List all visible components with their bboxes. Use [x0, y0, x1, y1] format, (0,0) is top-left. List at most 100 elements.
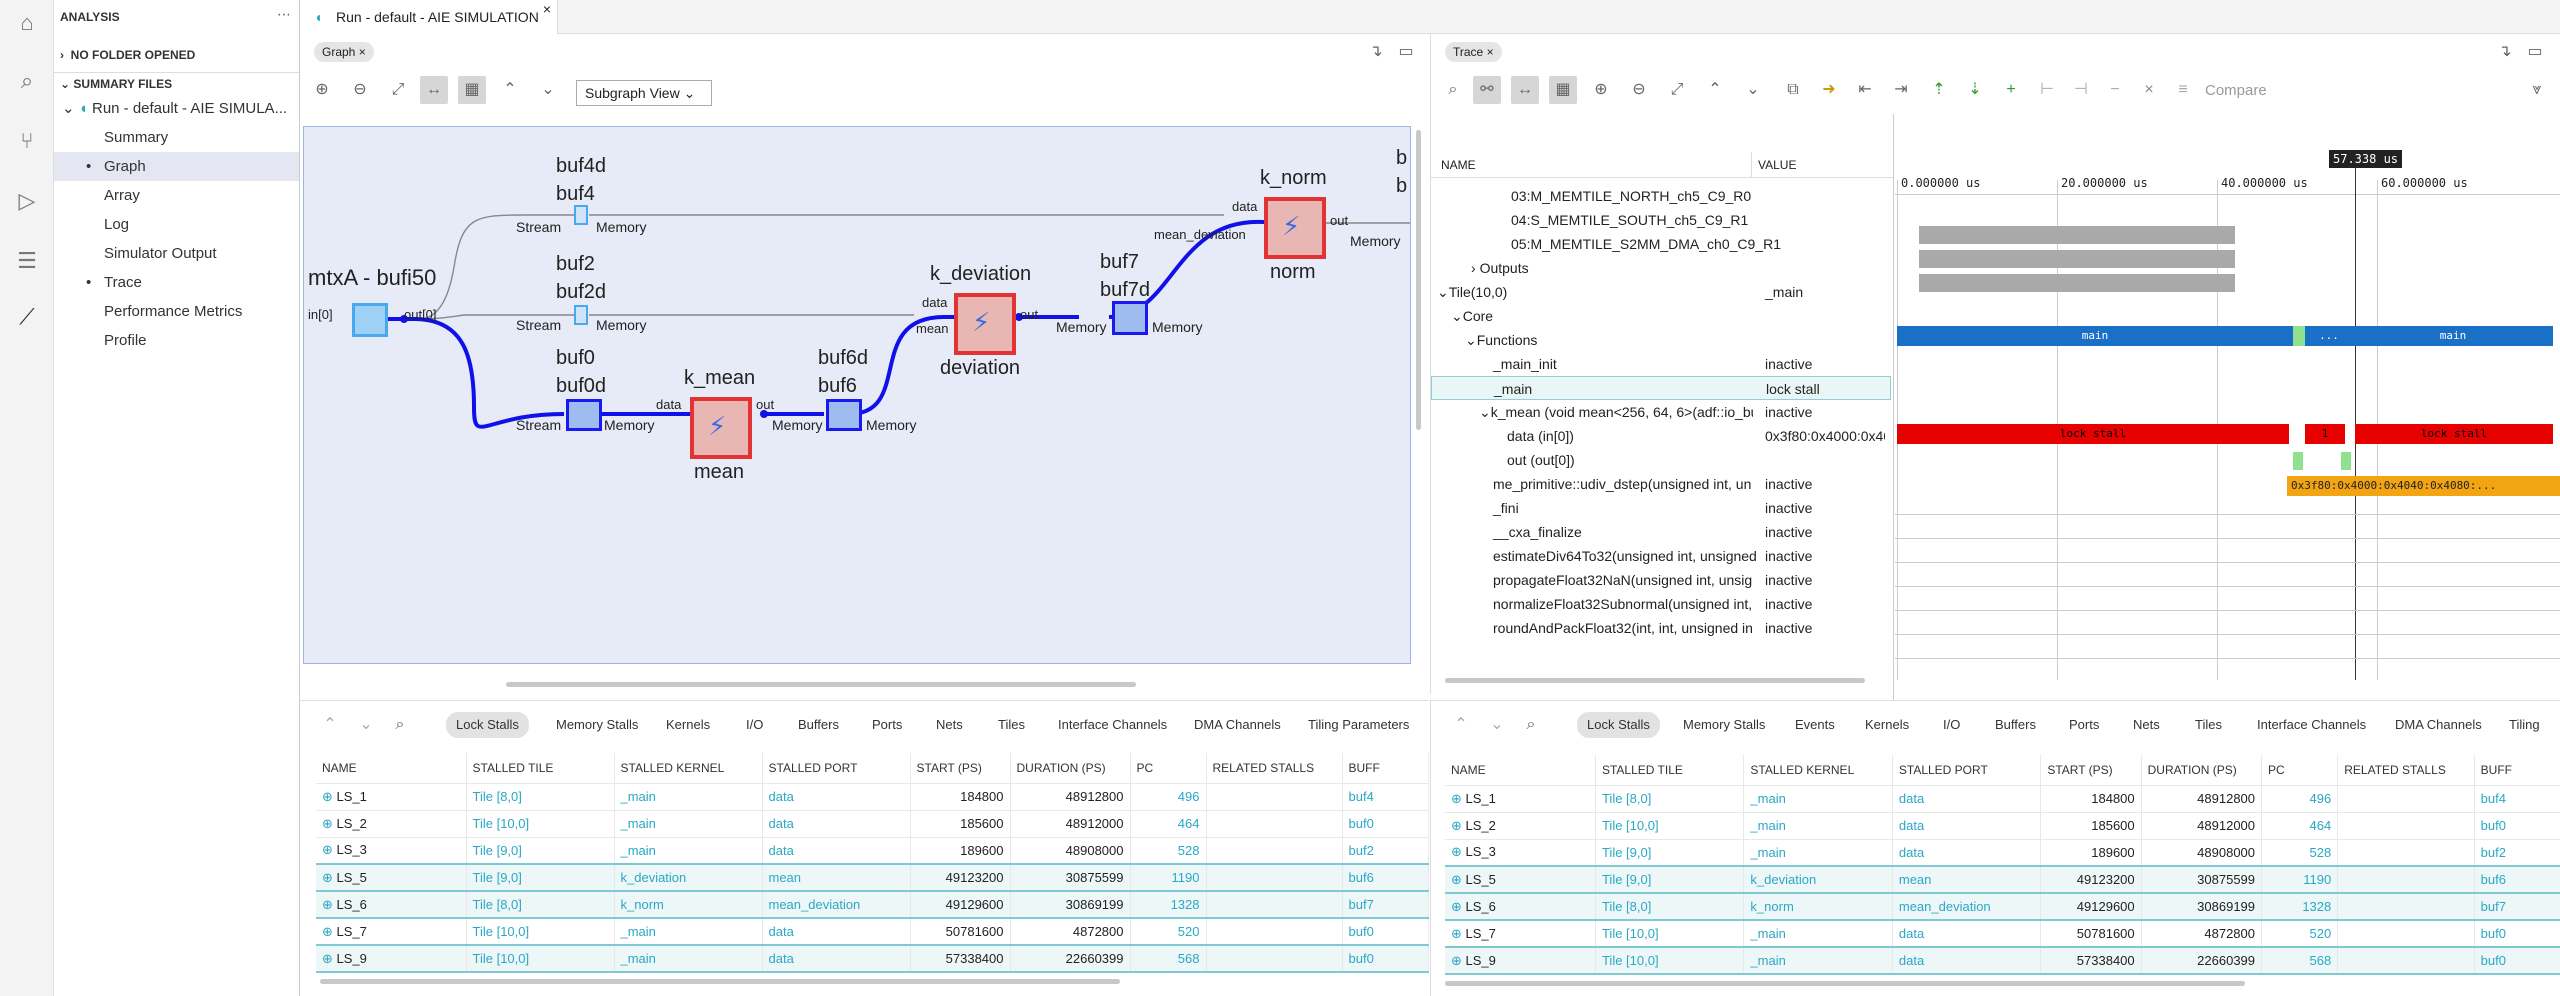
kernel-cell[interactable]: k_deviation — [1743, 865, 1893, 894]
column-header[interactable]: DURATION (PS) — [2141, 755, 2263, 786]
summary-files-section[interactable]: ⌄ SUMMARY FILES — [54, 72, 299, 94]
fit-icon[interactable]: ⤢ — [384, 76, 412, 104]
zoom-out-icon[interactable]: ⊖ — [346, 76, 374, 104]
trace-row[interactable]: 03:M_MEMTILE_NORTH_ch5_C9_R0 — [1431, 184, 1891, 208]
port-cell[interactable]: mean_deviation — [762, 890, 911, 919]
zoom-in-icon[interactable]: ⊕ — [308, 76, 336, 104]
kernel-cell[interactable]: _main — [614, 837, 763, 865]
tile-cell[interactable]: Tile [8,0] — [1595, 785, 1745, 813]
no-folder-section[interactable]: › NO FOLDER OPENED — [54, 44, 299, 66]
tab-lock-stalls[interactable]: Lock Stalls — [1577, 712, 1660, 738]
port-cell[interactable]: data — [1892, 839, 2042, 867]
expand-down-icon[interactable]: ⌄ — [534, 76, 562, 104]
port-cell[interactable]: data — [762, 918, 911, 946]
k-mean-kernel[interactable]: ⚡ — [690, 397, 752, 459]
tile-cell[interactable]: Tile [10,0] — [1595, 920, 1745, 948]
tab-tiles[interactable]: Tiles — [2195, 712, 2222, 738]
collapse-up-icon[interactable]: ⌃ — [316, 711, 344, 739]
tile-cell[interactable]: Tile [8,0] — [1595, 892, 1745, 921]
buf-cell[interactable]: buf2 — [2474, 839, 2560, 867]
pc-cell[interactable]: 520 — [1130, 918, 1207, 946]
tab-memory-stalls[interactable]: Memory Stalls — [1683, 712, 1765, 738]
sidebar-item-array[interactable]: Array — [54, 181, 299, 210]
next-marker-icon[interactable]: ⊣ — [2067, 76, 2095, 104]
fit-icon[interactable]: ⤢ — [1663, 76, 1691, 104]
kernel-cell[interactable]: k_norm — [1743, 892, 1893, 921]
buf0-node[interactable] — [566, 399, 602, 431]
tab-dma-channels[interactable]: DMA Channels — [2395, 712, 2482, 738]
table-row[interactable]: ⊕ LS_2 Tile [10,0] _main data 185600 48912000… — [1445, 812, 2560, 840]
trace-timeline[interactable]: 0.000000 us 20.000000 us 40.000000 us 60… — [1895, 114, 2560, 700]
buf6-node[interactable] — [826, 399, 862, 431]
trace-row[interactable]: normalizeFloat32Subnormal(unsigned int, i… — [1431, 592, 1891, 616]
expand-down-icon[interactable]: ⌄ — [1739, 76, 1767, 104]
column-header[interactable]: RELATED STALLS — [1206, 753, 1343, 784]
buf-cell[interactable]: buf6 — [1342, 863, 1429, 892]
pc-cell[interactable]: 464 — [2261, 812, 2339, 840]
expand-down-icon[interactable]: ⌄ — [1483, 711, 1511, 739]
tab-interface-channels[interactable]: Interface Channels — [2257, 712, 2366, 738]
column-header[interactable]: BUFF — [2474, 755, 2560, 786]
tab-memory-stalls[interactable]: Memory Stalls — [556, 712, 638, 738]
search-icon[interactable]: ⌕ — [386, 711, 414, 739]
tab-events[interactable]: Events — [1795, 712, 1835, 738]
mtxA-node[interactable] — [352, 303, 388, 337]
trace-tree-scrollbar[interactable] — [1445, 678, 1865, 683]
tab-tiling[interactable]: Tiling — [2509, 712, 2540, 738]
kernel-cell[interactable]: _main — [614, 918, 763, 946]
port-cell[interactable]: data — [762, 944, 911, 973]
analysis-chart-icon[interactable]: ⟋ — [12, 302, 42, 332]
trace-row[interactable]: data (in[0]) 0x3f80:0x4000:0x404 — [1431, 424, 1891, 448]
port-cell[interactable]: data — [1892, 946, 2042, 975]
compare-button[interactable]: Compare — [2205, 82, 2267, 99]
graph-chip[interactable]: Graph × — [314, 42, 374, 62]
tab-tiles[interactable]: Tiles — [998, 712, 1025, 738]
copy-icon[interactable]: ⧉ — [1779, 76, 1807, 104]
pc-cell[interactable]: 1190 — [1130, 863, 1207, 892]
pc-cell[interactable]: 496 — [1130, 783, 1207, 811]
trace-row-outputs[interactable]: › Outputs — [1431, 256, 1891, 280]
grid-icon[interactable]: ▦ — [1549, 76, 1577, 104]
home-icon[interactable]: ⌂ — [12, 8, 42, 38]
tab-lock-stalls[interactable]: Lock Stalls — [446, 712, 529, 738]
run-debug-icon[interactable]: ▷ — [12, 186, 42, 216]
table-scrollbar[interactable] — [1445, 981, 2245, 986]
column-header[interactable]: PC — [2261, 755, 2339, 786]
trace-row-tile[interactable]: ⌄Tile(10,0) _main — [1431, 280, 1891, 304]
column-header[interactable]: RELATED STALLS — [2337, 755, 2475, 786]
column-header[interactable]: STALLED TILE — [1595, 755, 1745, 786]
tab-kernels[interactable]: Kernels — [666, 712, 710, 738]
buf-cell[interactable]: buf7 — [2474, 892, 2560, 921]
upload-icon[interactable]: ⇡ — [1925, 76, 1953, 104]
buf-cell[interactable]: buf4 — [1342, 783, 1429, 811]
buf7-node[interactable] — [1112, 301, 1148, 335]
trace-chip[interactable]: Trace × — [1445, 42, 1502, 62]
kernel-cell[interactable]: _main — [614, 810, 763, 838]
pc-cell[interactable]: 496 — [2261, 785, 2339, 813]
column-header[interactable]: PC — [1130, 753, 1207, 784]
split-arrow-icon[interactable]: ↴ — [2491, 38, 2519, 66]
filter-icon[interactable]: ⩔ — [2523, 76, 2551, 104]
pc-cell[interactable]: 1190 — [2261, 865, 2339, 894]
tile-cell[interactable]: Tile [8,0] — [466, 783, 615, 811]
port-cell[interactable]: data — [762, 783, 911, 811]
trace-row[interactable]: ⌄k_mean (void mean<256, 64, 6>(adf::io_b… — [1431, 400, 1891, 424]
horizontal-layout-icon[interactable]: ↔ — [1511, 76, 1539, 104]
table-row[interactable]: ⊕ LS_6 Tile [8,0] k_norm mean_deviation 4912… — [316, 890, 1429, 919]
buf-cell[interactable]: buf0 — [1342, 810, 1429, 838]
tile-cell[interactable]: Tile [8,0] — [466, 890, 615, 919]
subgraph-view-select[interactable]: Subgraph View ⌄ — [576, 80, 712, 106]
list-icon[interactable]: ≡ — [2169, 76, 2197, 104]
column-header[interactable]: DURATION (PS) — [1010, 753, 1131, 784]
close-icon[interactable]: × — [543, 0, 551, 26]
buf-cell[interactable]: buf0 — [2474, 946, 2560, 975]
column-header[interactable]: STALLED PORT — [1892, 755, 2042, 786]
buf-cell[interactable]: buf0 — [2474, 920, 2560, 948]
tile-cell[interactable]: Tile [10,0] — [466, 918, 615, 946]
tab-interface-channels[interactable]: Interface Channels — [1058, 712, 1167, 738]
pc-cell[interactable]: 1328 — [2261, 892, 2339, 921]
column-header[interactable]: START (PS) — [910, 753, 1011, 784]
column-header[interactable]: BUFF — [1342, 753, 1429, 784]
layout-icon[interactable]: ▭ — [2521, 38, 2549, 66]
graph-vertical-scrollbar[interactable] — [1416, 130, 1421, 430]
